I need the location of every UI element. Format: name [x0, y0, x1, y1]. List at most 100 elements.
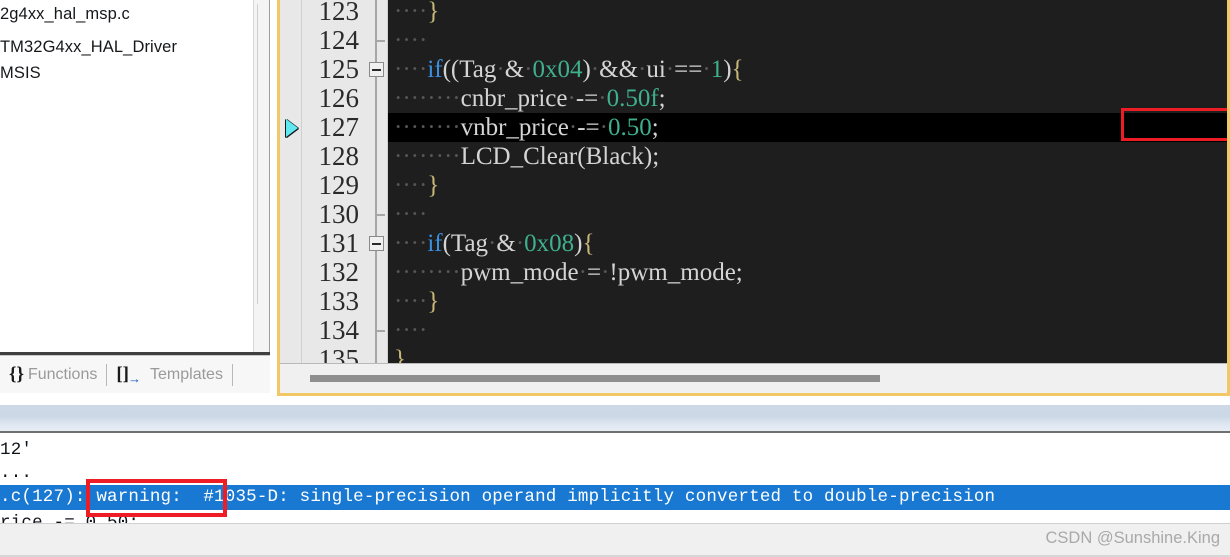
bookmark-gutter[interactable]	[280, 0, 302, 393]
code-token-ws: ·	[590, 56, 600, 83]
build-output-line[interactable]: ...	[0, 461, 32, 486]
code-token-plain: )	[723, 56, 732, 83]
fold-collapse-box[interactable]	[369, 62, 384, 77]
code-token-plain: ==	[674, 56, 703, 83]
code-token-plain: pwm_mode	[460, 259, 579, 286]
code-token-kw: if	[427, 56, 443, 83]
code-token-num: 1	[710, 56, 724, 83]
code-token-num: 0.50f	[606, 85, 659, 112]
code-token-ws: ·	[599, 114, 608, 141]
code-text-area[interactable]: ····} ···· ····if((Tag·&·0x04)·&&·ui·==·1)…	[388, 0, 1227, 393]
code-token-plain: cnbr_price	[460, 85, 568, 112]
code-token-plain: -=	[575, 85, 599, 112]
build-output-panel[interactable]: 12'... .c(127): warning: #1035-D: single-…	[0, 435, 1230, 523]
csdn-watermark: CSDN @Sunshine.King	[1045, 529, 1221, 547]
arrow-right-icon: →	[128, 371, 142, 386]
tab-templates-label: Templates	[150, 365, 223, 383]
code-token-plain: ;	[658, 85, 666, 112]
code-line[interactable]: ····if(Tag·&·0x08){	[388, 229, 1227, 258]
code-editor-window: 123 124 125 126 127 128 129 130 131 132 133 134 135 …	[277, 0, 1230, 396]
line-number: 126	[318, 83, 360, 113]
code-token-brace: }	[427, 172, 440, 199]
code-token-plain: =	[586, 259, 602, 286]
code-token-plain: &	[504, 56, 525, 83]
code-token-ws: ····	[394, 56, 428, 83]
code-line[interactable]: ········LCD_Clear(Black);	[388, 142, 1227, 171]
status-strip: CSDN @Sunshine.King	[0, 523, 1230, 557]
build-output-line[interactable]: 12'	[0, 438, 32, 463]
keil-ide-screenshot: 2g4xx_hal_msp.c TM32G4xx_HAL_Driver MSIS {…	[0, 0, 1230, 557]
build-output-line[interactable]: rice -= 0.50;	[0, 511, 139, 523]
code-line[interactable]: ········pwm_mode·=·!pwm_mode;	[388, 258, 1227, 287]
build-output-header-bar	[0, 405, 1230, 433]
line-number: 127	[318, 112, 360, 142]
code-line[interactable]: ····	[388, 200, 1227, 229]
code-token-ws: ····	[394, 172, 428, 199]
code-line[interactable]: ····}	[388, 171, 1227, 200]
code-token-ws: ····	[394, 201, 428, 228]
code-token-plain: ;	[651, 114, 659, 141]
code-token-ws: ·	[515, 230, 525, 257]
tab-templates[interactable]: [] → Templates	[107, 356, 232, 393]
build-output-line-selected[interactable]: .c(127): warning: #1035-D: single-precis…	[0, 485, 1230, 510]
code-token-plain: )	[582, 56, 591, 83]
code-token-ws: ·	[665, 56, 675, 83]
code-token-plain: &	[496, 230, 516, 257]
line-number: 129	[318, 170, 360, 200]
line-number: 133	[318, 286, 360, 316]
code-line[interactable]: ····	[388, 26, 1227, 55]
code-token-ws: ·	[598, 85, 607, 112]
line-number: 132	[318, 257, 360, 287]
code-token-plain: LCD_Clear	[460, 143, 578, 170]
line-number: 134	[318, 315, 360, 345]
project-tree-scrollbar[interactable]	[253, 0, 269, 352]
code-token-plain: -=	[577, 114, 600, 141]
code-line[interactable]: ····if((Tag·&·0x04)·&&·ui·==·1){	[388, 55, 1227, 84]
code-token-plain: ((Tag	[442, 56, 497, 83]
code-token-ws: ········	[394, 114, 461, 141]
project-pane-tab-strip: {} Functions [] → Templates	[0, 355, 270, 393]
project-tree-item[interactable]: TM32G4xx_HAL_Driver	[0, 38, 177, 57]
code-line[interactable]: ····}	[388, 287, 1227, 316]
code-token-ws: ·	[496, 56, 505, 83]
code-token-ws: ········	[394, 259, 461, 286]
editor-horizontal-scrollbar[interactable]	[280, 363, 1227, 393]
bookmark-triangle-icon[interactable]	[286, 119, 298, 137]
code-line[interactable]: ····	[388, 316, 1227, 345]
line-number: 125	[318, 54, 360, 84]
code-token-brace: {	[582, 230, 595, 257]
code-token-brace: }	[427, 0, 440, 25]
fold-tick-mark	[375, 330, 385, 332]
code-token-num: 0.50	[608, 114, 652, 141]
code-token-plain: vnbr_price	[460, 114, 569, 141]
fold-tick-mark	[375, 40, 385, 42]
code-editor-surface: 123 124 125 126 127 128 129 130 131 132 133 134 135 …	[280, 0, 1227, 393]
code-token-brace: }	[427, 288, 440, 315]
code-token-ws: ········	[394, 143, 461, 170]
code-token-ws: ····	[394, 27, 428, 54]
editor-horizontal-scrollbar-thumb[interactable]	[310, 375, 880, 382]
project-tree-scrollbar-thumb[interactable]	[257, 4, 266, 304]
code-token-brace: {	[731, 56, 744, 83]
fold-collapse-box[interactable]	[369, 236, 384, 251]
project-tree-pane: 2g4xx_hal_msp.c TM32G4xx_HAL_Driver MSIS	[0, 0, 270, 366]
code-token-plain: (Black)	[577, 143, 653, 170]
braces-icon: {}	[9, 363, 24, 385]
code-token-plain: ;	[735, 259, 743, 286]
code-line[interactable]: ········cnbr_price·-=·0.50f;	[388, 84, 1227, 113]
tab-functions[interactable]: {} Functions	[0, 356, 106, 393]
project-tree-item[interactable]: MSIS	[0, 64, 41, 83]
code-token-ws: ·	[568, 114, 578, 141]
line-number: 131	[318, 228, 360, 258]
project-tree-item[interactable]: 2g4xx_hal_msp.c	[0, 5, 130, 24]
code-fold-gutter[interactable]	[364, 0, 388, 393]
line-number-gutter: 123 124 125 126 127 128 129 130 131 132 133 134 135	[302, 0, 364, 393]
line-number: 128	[318, 141, 360, 171]
tab-separator-2	[231, 363, 233, 386]
code-line[interactable]: ····}	[388, 0, 1227, 26]
code-token-plain: ;	[652, 143, 660, 170]
code-line-current[interactable]: ········vnbr_price·-=·0.50;	[388, 113, 1227, 142]
fold-guide-line	[375, 0, 377, 393]
code-token-plain: &&	[599, 56, 639, 83]
code-token-ws: ·	[567, 85, 576, 112]
